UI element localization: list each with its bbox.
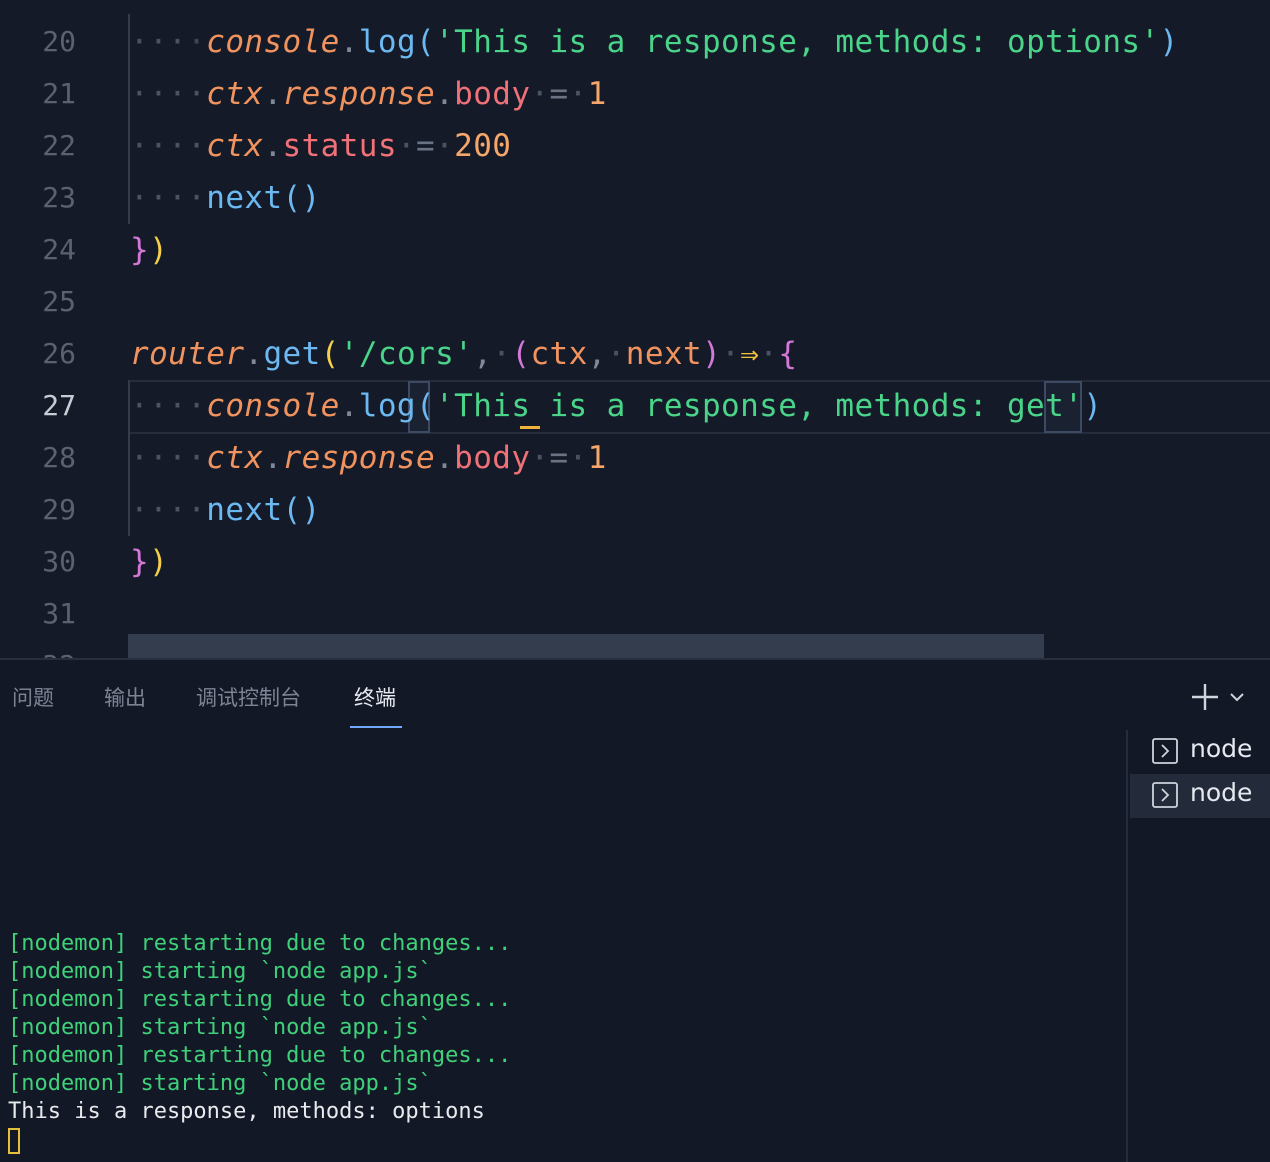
code-line[interactable]: 23 ····next() [0,172,1270,224]
arrow-operator: ⇒ [740,336,760,372]
line-number: 31 [42,597,76,630]
line-number: 26 [42,337,76,370]
token: console [206,388,340,424]
terminal-icon [1152,738,1178,764]
token: next [206,492,283,528]
terminal-icon [1152,782,1178,808]
line-number: 24 [42,233,76,266]
terminal-output[interactable]: [nodemon] restarting due to changes... [… [8,930,1118,1126]
panel-tabs: 问题 输出 调试控制台 终端 [0,660,1270,730]
code-line[interactable]: 27 ····console.log('This is a response, … [0,380,1270,432]
line-number: 27 [42,389,76,422]
tab-debug-console[interactable]: 调试控制台 [196,682,301,712]
token: body [454,440,531,476]
line-number: 22 [42,129,76,162]
line-number: 20 [42,25,76,58]
token: ctx [206,128,264,164]
string-literal: 'This is a response, methods: get' [435,388,1084,424]
code-line[interactable]: 32 [0,640,1270,658]
number-literal: 1 [587,440,607,476]
code-line[interactable]: 30 }) [0,536,1270,588]
tab-problems[interactable]: 问题 [12,682,54,712]
code-line[interactable]: 24 }) [0,224,1270,276]
token: body [454,76,531,112]
tab-terminal[interactable]: 终端 [354,682,396,712]
number-literal: 200 [454,128,512,164]
token: router [130,336,245,372]
code-line[interactable]: 31 [0,588,1270,640]
terminal-instance-list: node node [1126,730,1270,1162]
terminal-line: [nodemon] restarting due to changes... [8,1043,512,1068]
bottom-panel: 问题 输出 调试控制台 终端 [nodemon] restarting due … [0,658,1270,1162]
string-literal: '/cors' [339,336,474,372]
line-number: 30 [42,545,76,578]
code-line[interactable]: 29 ····next() [0,484,1270,536]
number-literal: 1 [587,76,607,112]
tab-output[interactable]: 输出 [104,682,146,712]
line-number: 23 [42,181,76,214]
line-number: 21 [42,77,76,110]
token: next [206,180,283,216]
terminal-cursor [8,1128,20,1154]
terminal-instance-item[interactable]: node [1130,730,1270,774]
token: log [358,388,416,424]
text-cursor [520,426,540,429]
token: log [358,24,417,60]
terminal-line: [nodemon] starting `node app.js` [8,959,432,984]
token: response [282,76,436,112]
active-tab-indicator [350,726,402,728]
code-line[interactable]: 22 ····ctx.status·=·200 [0,120,1270,172]
line-number: 32 [0,640,76,658]
code-line[interactable]: 20 ····console.log('This is a response, … [0,16,1270,68]
terminal-line: [nodemon] starting `node app.js` [8,1071,432,1096]
terminal-instance-label: node [1190,778,1253,807]
terminal-line: [nodemon] restarting due to changes... [8,987,512,1012]
token: status [282,128,397,164]
terminal-line: This is a response, methods: options [8,1099,485,1124]
string-literal: 'This is a response, methods: options' [435,24,1160,60]
terminal-line: [nodemon] starting `node app.js` [8,1015,432,1040]
code-editor[interactable]: 20 ····console.log('This is a response, … [0,0,1270,658]
line-number: 29 [42,493,76,526]
line-number: 25 [42,285,76,318]
terminal-line: [nodemon] restarting due to changes... [8,931,512,956]
code-line[interactable]: 25 [0,276,1270,328]
token: next [625,336,703,372]
terminal-instance-item[interactable]: node [1130,774,1270,818]
code-line[interactable]: 21 ····ctx.response.body·=·1 [0,68,1270,120]
terminal-instance-label: node [1190,734,1253,763]
token: console [206,24,340,60]
chevron-down-icon[interactable] [1228,688,1246,706]
code-line[interactable]: 28 ····ctx.response.body·=·1 [0,432,1270,484]
token: ctx [206,76,264,112]
token: response [282,440,436,476]
plus-icon[interactable] [1190,682,1220,712]
code-line[interactable]: 26 router.get('/cors',·(ctx,·next)·⇒·{ [0,328,1270,380]
line-number: 28 [42,441,76,474]
token: ctx [530,336,588,372]
token: ctx [206,440,264,476]
token: get [263,336,321,372]
